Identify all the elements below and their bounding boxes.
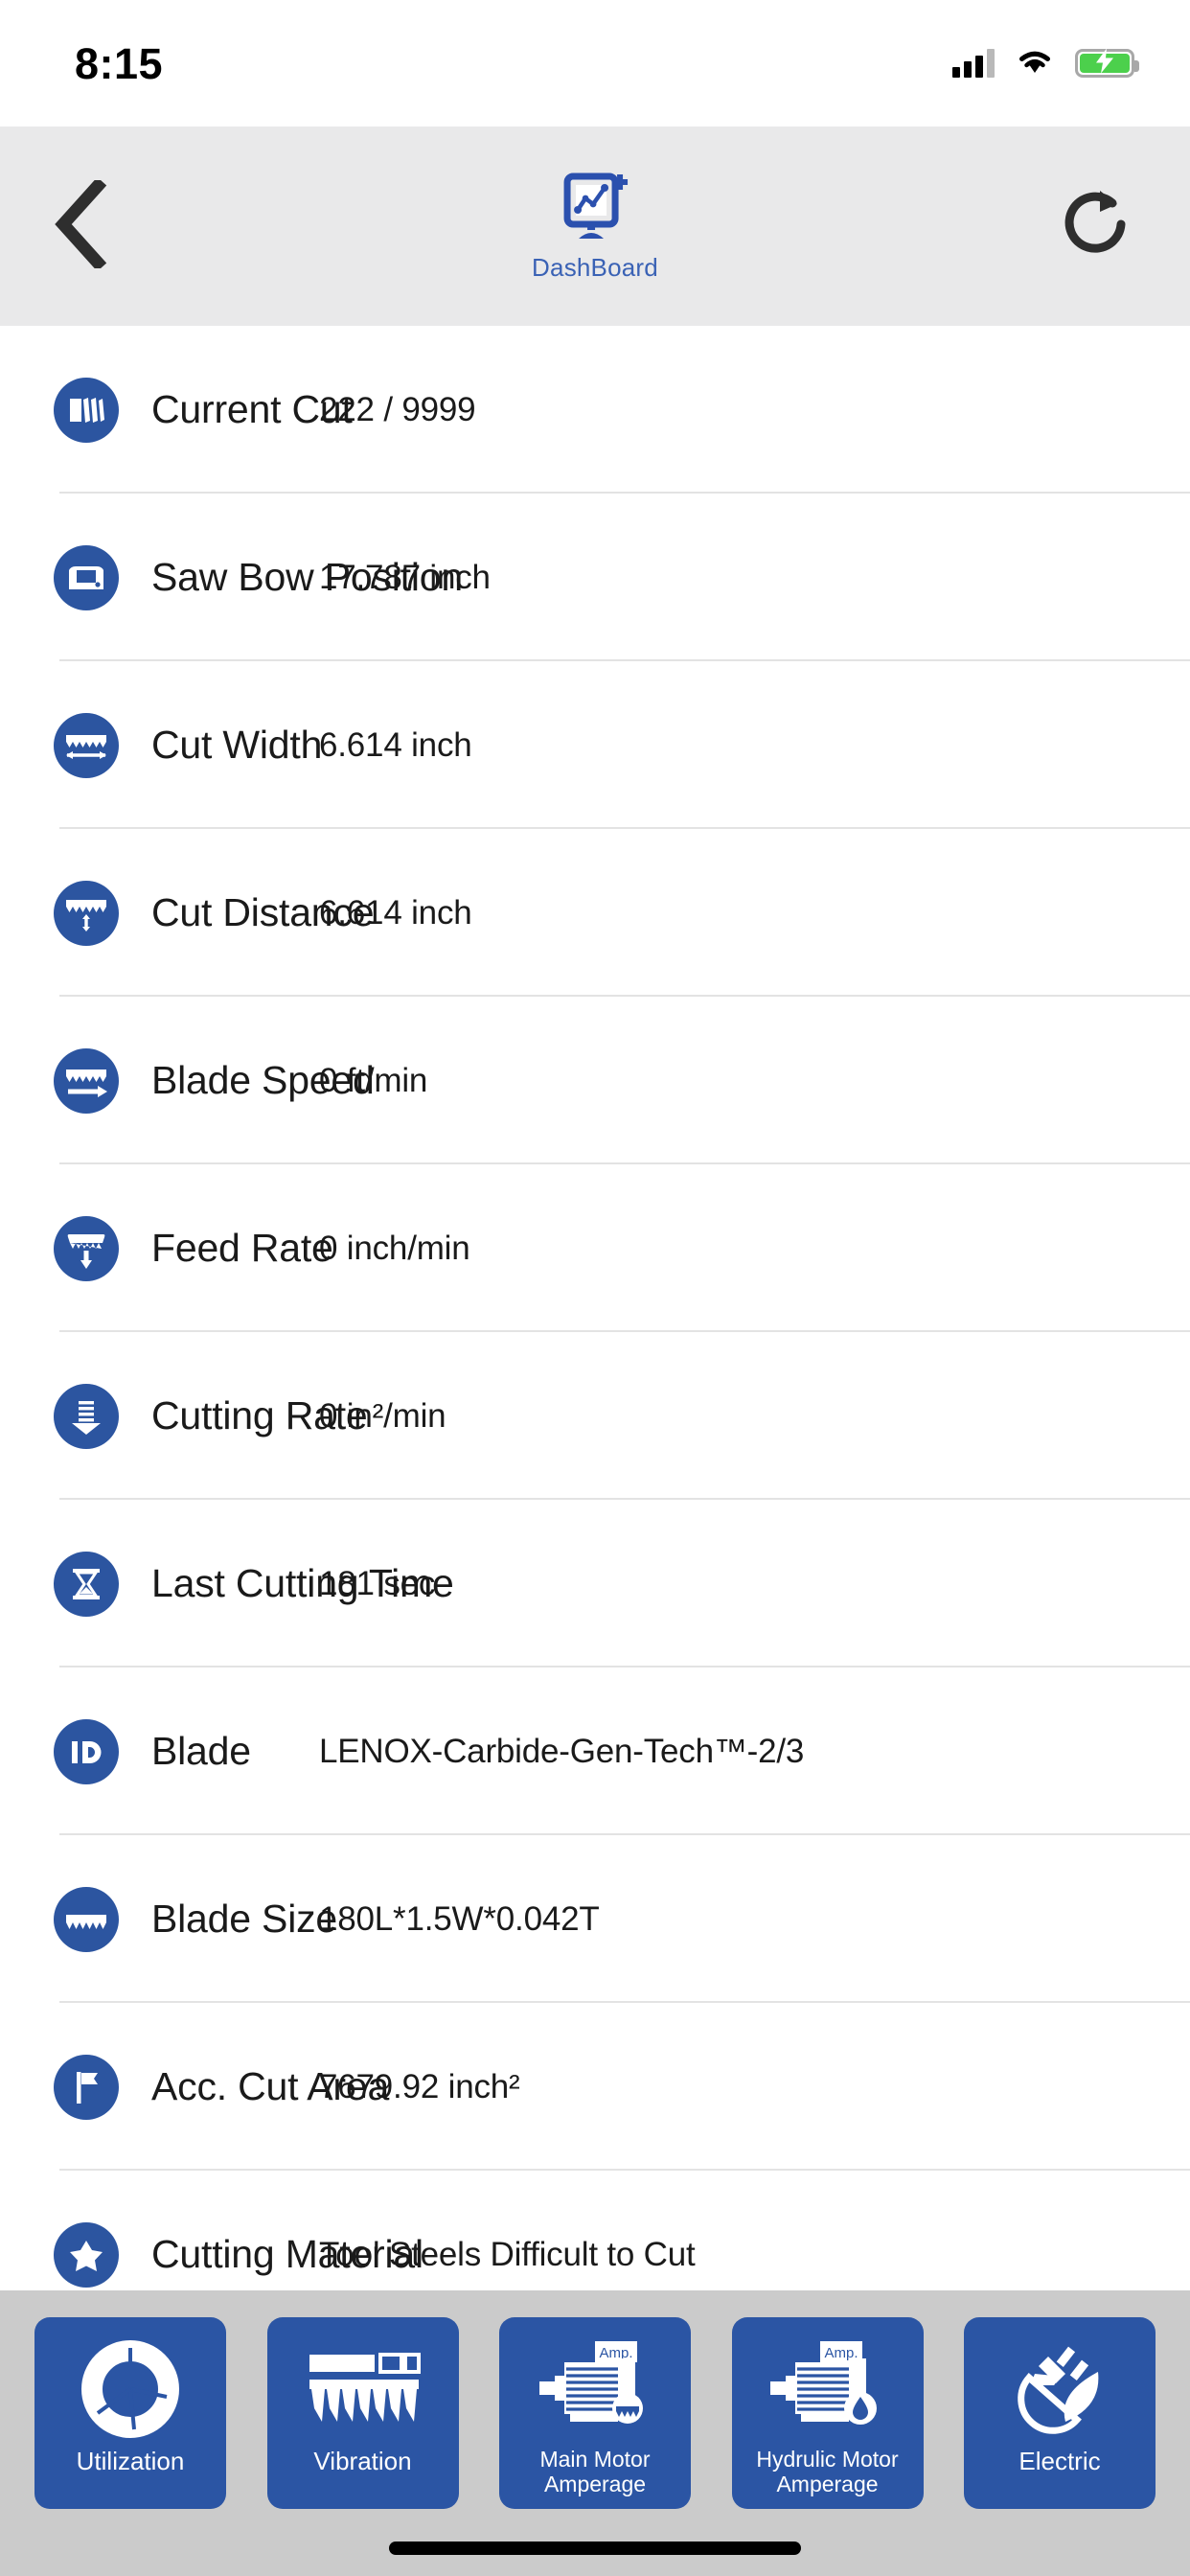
down-arrow-stack-icon [54,1383,119,1449]
table-row[interactable]: Cut Distance 6.614 inch [0,829,1190,997]
table-row[interactable]: Blade LENOX-Carbide-Gen-Tech™-2/3 [0,1668,1190,1835]
page-title-label: DashBoard [532,253,658,282]
row-value: 0 inch/min [319,1229,470,1267]
blade-teeth-row-icon [306,2333,421,2446]
tab-main-motor-amperage[interactable]: Amp. Main Motor Amperage [499,2317,691,2509]
metrics-list: Current Cut 222 / 9999 Saw Bow Position … [0,326,1190,2290]
table-row[interactable]: Cut Width 6.614 inch [0,661,1190,829]
donut-chart-icon [79,2333,182,2446]
tab-utilization[interactable]: Utilization [34,2317,226,2509]
row-value: 6.614 inch [319,725,472,764]
table-row[interactable]: Current Cut 222 / 9999 [0,326,1190,494]
row-value: 222 / 9999 [319,390,476,428]
blade-down-arrow-icon [54,880,119,946]
dashboard-monitor-plus-icon [557,170,633,251]
row-value: 0 in²/min [319,1396,446,1435]
chevron-left-icon [54,176,107,273]
battery-charging-icon [1075,48,1139,78]
nav-header: DashBoard [0,126,1190,326]
table-row[interactable]: Last Cutting Time 181 sec [0,1500,1190,1668]
tab-label: Electric [1018,2447,1101,2475]
table-row[interactable]: Blade Speed 0 ft/min [0,997,1190,1164]
row-value: 181 sec [319,1564,436,1602]
tab-label: Utilization [76,2447,185,2475]
row-value: 0 ft/min [319,1061,428,1099]
row-label: Feed Rate [151,1226,333,1270]
bottom-tab-bar: Utilization Vibration Amp. Main Motor Am… [0,2290,1190,2576]
tab-electric[interactable]: Electric [964,2317,1156,2509]
row-label: Blade Size [151,1897,338,1941]
refresh-button[interactable] [1050,173,1136,279]
blade-width-arrow-icon [54,712,119,778]
hourglass-icon [54,1551,119,1617]
tab-label: Main Motor Amperage [539,2447,651,2496]
row-value: 6.614 inch [319,893,472,932]
hydraulic-motor-amp-icon: Amp. [768,2333,887,2446]
stacked-plates-icon [54,377,119,443]
row-value: LENOX-Carbide-Gen-Tech™-2/3 [319,1732,805,1770]
cellular-signal-icon [952,49,995,78]
table-row[interactable]: Cutting Material Tool Steels Difficult t… [0,2171,1190,2290]
blade-right-arrow-icon [54,1047,119,1114]
table-row[interactable]: Saw Bow Position 17.787 inch [0,494,1190,661]
motor-amp-icon: Amp. [536,2333,654,2446]
refresh-icon [1054,183,1136,270]
saw-bow-icon [54,544,119,610]
table-row[interactable]: Cutting Rate 0 in²/min [0,1332,1190,1500]
status-indicators [952,47,1139,80]
blade-teeth-icon [54,1886,119,1952]
status-bar: 8:15 [0,0,1190,126]
flag-icon [54,2054,119,2120]
table-row[interactable]: Blade Size 180L*1.5W*0.042T [0,1835,1190,2003]
tab-label: Hydrulic Motor Amperage [756,2447,899,2496]
row-label: Blade [151,1729,251,1773]
page-title: DashBoard [532,170,658,283]
blade-feed-down-icon [54,1215,119,1281]
tab-vibration[interactable]: Vibration [266,2317,459,2509]
table-row[interactable]: Acc. Cut Area 7679.92 inch² [0,2003,1190,2171]
id-badge-icon [54,1718,119,1784]
row-value: 7679.92 inch² [319,2067,520,2105]
app-screen: 8:15 DashBoard Current Cut 222 / 9999 Sa… [0,0,1190,2576]
table-row[interactable]: Feed Rate 0 inch/min [0,1164,1190,1332]
row-value: Tool Steels Difficult to Cut [319,2235,696,2273]
row-value: 180L*1.5W*0.042T [319,1899,600,1938]
tab-label: Vibration [313,2447,412,2475]
tab-hydraulic-motor-amperage[interactable]: Amp. Hydrulic Motor Amperage [731,2317,924,2509]
star-icon [54,2221,119,2288]
home-indicator[interactable] [389,2542,801,2555]
wifi-icon [1016,47,1054,80]
status-time: 8:15 [75,38,164,88]
row-value: 17.787 inch [319,558,491,596]
plug-leaf-icon [1006,2333,1113,2446]
row-label: Cut Width [151,723,323,767]
back-button[interactable] [54,173,140,279]
